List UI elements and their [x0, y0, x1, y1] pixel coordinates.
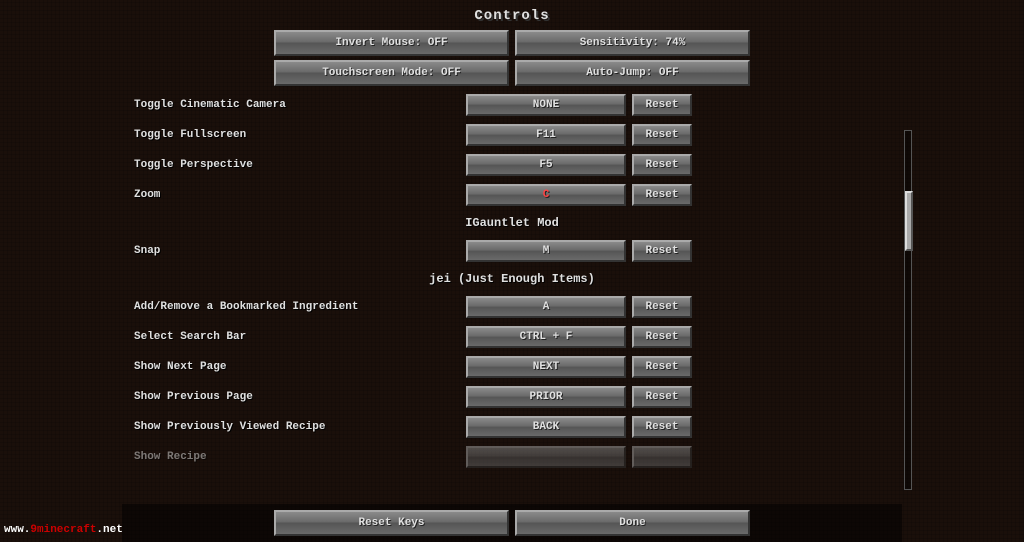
label-zoom: Zoom — [126, 189, 466, 201]
setting-row-fullscreen: Toggle Fullscreen F11 Reset — [122, 120, 902, 150]
reset-btn-zoom[interactable]: Reset — [632, 184, 692, 206]
setting-row-nextpage: Show Next Page NEXT Reset — [122, 352, 902, 382]
reset-prevrecipe: Reset — [632, 416, 692, 438]
label-recipe: Show Recipe — [126, 451, 466, 463]
bottom-bar: Reset Keys Done — [122, 504, 902, 542]
watermark-prefix: www. — [4, 524, 30, 536]
touchscreen-btn[interactable]: Touchscreen Mode: OFF — [274, 60, 509, 86]
key-btn-recipe[interactable] — [466, 446, 626, 468]
section-jei: jei (Just Enough Items) — [122, 266, 902, 292]
autojump-btn[interactable]: Auto-Jump: OFF — [515, 60, 750, 86]
key-btn-snap[interactable]: M — [466, 240, 626, 262]
reset-prevpage: Reset — [632, 386, 692, 408]
reset-nextpage: Reset — [632, 356, 692, 378]
setting-row-recipe: Show Recipe — [122, 442, 902, 472]
reset-btn-search[interactable]: Reset — [632, 326, 692, 348]
reset-btn-prevrecipe[interactable]: Reset — [632, 416, 692, 438]
watermark-brand: 9minecraft — [30, 524, 96, 536]
key-recipe — [466, 446, 626, 469]
main-container: Controls Invert Mouse: OFF Sensitivity: … — [0, 0, 1024, 542]
key-btn-search[interactable]: CTRL + F — [466, 326, 626, 348]
reset-keys-btn[interactable]: Reset Keys — [274, 510, 509, 536]
page-title: Controls — [474, 8, 549, 24]
reset-recipe — [632, 446, 692, 469]
reset-btn-fullscreen[interactable]: Reset — [632, 124, 692, 146]
reset-snap: Reset — [632, 240, 692, 262]
setting-row-prevrecipe: Show Previously Viewed Recipe BACK Reset — [122, 412, 902, 442]
key-prevrecipe: BACK — [466, 416, 626, 438]
scrollbar-track[interactable] — [904, 130, 912, 490]
scrollbar-thumb[interactable] — [905, 191, 913, 251]
setting-row-prevpage: Show Previous Page PRIOR Reset — [122, 382, 902, 412]
key-fullscreen: F11 — [466, 124, 626, 146]
reset-search: Reset — [632, 326, 692, 348]
reset-zoom: Reset — [632, 184, 692, 206]
label-snap: Snap — [126, 245, 466, 257]
key-perspective: F5 — [466, 154, 626, 176]
watermark-suffix: .net — [96, 524, 122, 536]
reset-btn-nextpage[interactable]: Reset — [632, 356, 692, 378]
watermark: www.9minecraft.net — [4, 524, 123, 536]
key-btn-cinematic[interactable]: NONE — [466, 94, 626, 116]
label-bookmark: Add/Remove a Bookmarked Ingredient — [126, 301, 466, 313]
key-snap: M — [466, 240, 626, 262]
label-prevpage: Show Previous Page — [126, 391, 466, 403]
label-cinematic: Toggle Cinematic Camera — [126, 99, 466, 111]
setting-row-perspective: Toggle Perspective F5 Reset — [122, 150, 902, 180]
label-fullscreen: Toggle Fullscreen — [126, 129, 466, 141]
key-btn-nextpage[interactable]: NEXT — [466, 356, 626, 378]
setting-row-zoom: Zoom C Reset — [122, 180, 902, 210]
sensitivity-btn[interactable]: Sensitivity: 74% — [515, 30, 750, 56]
settings-area: Toggle Cinematic Camera NONE Reset Toggl… — [122, 90, 902, 504]
setting-row-cinematic: Toggle Cinematic Camera NONE Reset — [122, 90, 902, 120]
reset-btn-cinematic[interactable]: Reset — [632, 94, 692, 116]
label-perspective: Toggle Perspective — [126, 159, 466, 171]
key-bookmark: A — [466, 296, 626, 318]
reset-bookmark: Reset — [632, 296, 692, 318]
reset-perspective: Reset — [632, 154, 692, 176]
label-prevrecipe: Show Previously Viewed Recipe — [126, 421, 466, 433]
key-nextpage: NEXT — [466, 356, 626, 378]
key-btn-prevrecipe[interactable]: BACK — [466, 416, 626, 438]
top-buttons-row: Invert Mouse: OFF Sensitivity: 74% — [122, 30, 902, 56]
reset-btn-recipe[interactable] — [632, 446, 692, 468]
top-buttons-row2: Touchscreen Mode: OFF Auto-Jump: OFF — [122, 60, 902, 86]
setting-row-search: Select Search Bar CTRL + F Reset — [122, 322, 902, 352]
label-search: Select Search Bar — [126, 331, 466, 343]
reset-btn-bookmark[interactable]: Reset — [632, 296, 692, 318]
reset-cinematic: Reset — [632, 94, 692, 116]
setting-row-bookmark: Add/Remove a Bookmarked Ingredient A Res… — [122, 292, 902, 322]
reset-btn-perspective[interactable]: Reset — [632, 154, 692, 176]
key-btn-perspective[interactable]: F5 — [466, 154, 626, 176]
setting-row-snap: Snap M Reset — [122, 236, 902, 266]
key-cinematic: NONE — [466, 94, 626, 116]
label-nextpage: Show Next Page — [126, 361, 466, 373]
reset-fullscreen: Reset — [632, 124, 692, 146]
reset-btn-prevpage[interactable]: Reset — [632, 386, 692, 408]
key-btn-zoom[interactable]: C — [466, 184, 626, 206]
key-search: CTRL + F — [466, 326, 626, 348]
key-prevpage: PRIOR — [466, 386, 626, 408]
key-zoom: C — [466, 184, 626, 206]
reset-btn-snap[interactable]: Reset — [632, 240, 692, 262]
invert-mouse-btn[interactable]: Invert Mouse: OFF — [274, 30, 509, 56]
done-btn[interactable]: Done — [515, 510, 750, 536]
key-btn-prevpage[interactable]: PRIOR — [466, 386, 626, 408]
key-btn-fullscreen[interactable]: F11 — [466, 124, 626, 146]
key-btn-bookmark[interactable]: A — [466, 296, 626, 318]
section-igauntlet: IGauntlet Mod — [122, 210, 902, 236]
